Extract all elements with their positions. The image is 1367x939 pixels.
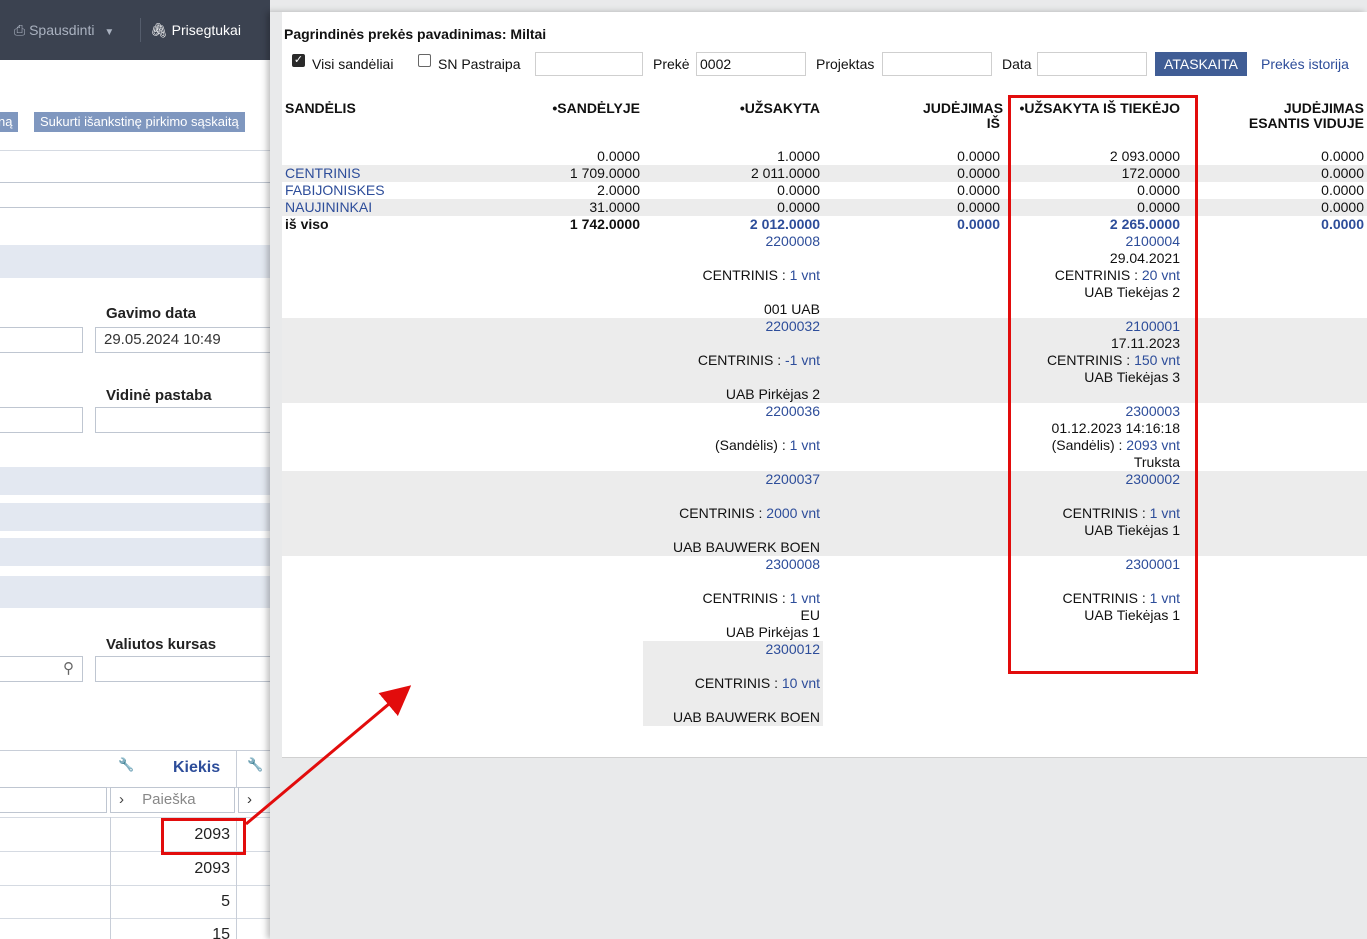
annotation-arrow <box>245 685 412 826</box>
arrow-icon <box>245 685 412 826</box>
